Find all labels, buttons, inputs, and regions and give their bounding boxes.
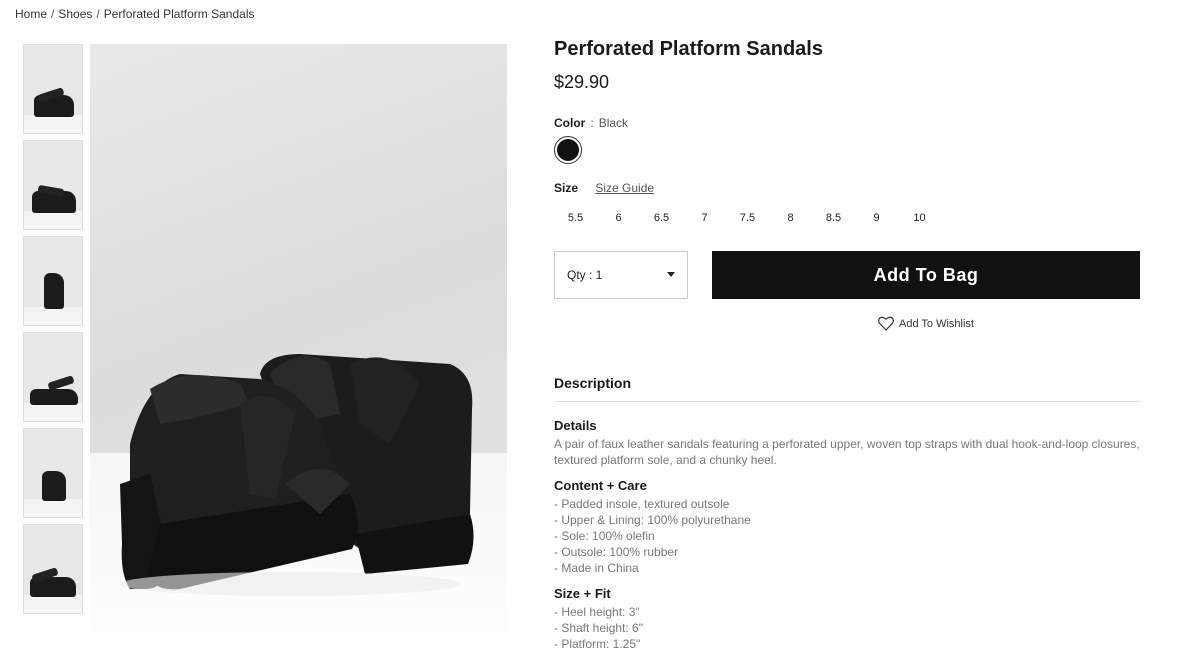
list-item: - Sole: 100% olefin [554,529,655,543]
quantity-select[interactable]: Qty : 1 [554,251,688,299]
quantity-value: Qty : 1 [567,268,603,282]
thumbnail-1[interactable] [23,44,83,134]
description-heading[interactable]: Description [554,375,631,391]
thumbnail-3[interactable] [23,236,83,326]
thumbnail-list [23,44,83,620]
thumbnail-2[interactable] [23,140,83,230]
color-value: Black [598,116,629,130]
sandals-illustration [120,354,474,596]
chevron-down-icon [667,272,675,277]
add-to-wishlist-link[interactable]: Add To Wishlist [878,316,974,331]
breadcrumb: Home / Shoes / Perforated Platform Sandals [15,7,254,21]
list-item: - Shaft height: 6" [554,621,643,635]
size-row: Size Size Guide [554,181,654,195]
size-option[interactable]: 6 [597,208,640,228]
breadcrumb-shoes[interactable]: Shoes [58,7,92,21]
details-heading: Details [554,418,597,433]
size-fit-list: - Heel height: 3" - Shaft height: 6" - P… [554,604,1140,652]
breadcrumb-separator: / [96,7,100,21]
list-item: - Upper & Lining: 100% polyurethane [554,513,751,527]
size-guide-link[interactable]: Size Guide [595,181,654,195]
size-label: Size [554,181,579,195]
product-image[interactable] [90,44,507,668]
divider [554,401,1140,402]
size-options: 5.5 6 6.5 7 7.5 8 8.5 9 10 [554,208,941,228]
color-colon: : [590,116,594,130]
color-swatch-black[interactable] [554,136,582,164]
list-item: - Padded insole, textured outsole [554,497,730,511]
swatch-fill [557,139,579,161]
size-option[interactable]: 5.5 [554,208,597,228]
color-row: Color: Black [554,116,628,130]
size-option[interactable]: 7.5 [726,208,769,228]
list-item: - Platform: 1.25" [554,637,641,651]
list-item: - Outsole: 100% rubber [554,545,679,559]
size-fit-heading: Size + Fit [554,586,611,601]
size-option[interactable]: 9 [855,208,898,228]
heart-icon [878,316,894,331]
thumbnail-6[interactable] [23,524,83,614]
size-option[interactable]: 10 [898,208,941,228]
wishlist-label: Add To Wishlist [899,317,974,330]
details-text: A pair of faux leather sandals featuring… [554,437,1140,467]
list-item: - Heel height: 3" [554,605,640,619]
product-title: Perforated Platform Sandals [554,38,823,60]
content-care-list: - Padded insole, textured outsole - Uppe… [554,496,1140,576]
list-item: - Made in China [554,561,639,575]
size-option[interactable]: 6.5 [640,208,683,228]
product-price: $29.90 [554,72,610,92]
breadcrumb-current: Perforated Platform Sandals [103,7,255,21]
thumbnail-5[interactable] [23,428,83,518]
color-label: Color [554,116,586,130]
size-option[interactable]: 7 [683,208,726,228]
size-option[interactable]: 8 [769,208,812,228]
add-to-bag-button[interactable]: Add To Bag [712,251,1140,299]
content-care-heading: Content + Care [554,478,647,493]
thumbnail-4[interactable] [23,332,83,422]
size-option[interactable]: 8.5 [812,208,855,228]
breadcrumb-separator: / [51,7,55,21]
breadcrumb-home[interactable]: Home [15,7,47,21]
